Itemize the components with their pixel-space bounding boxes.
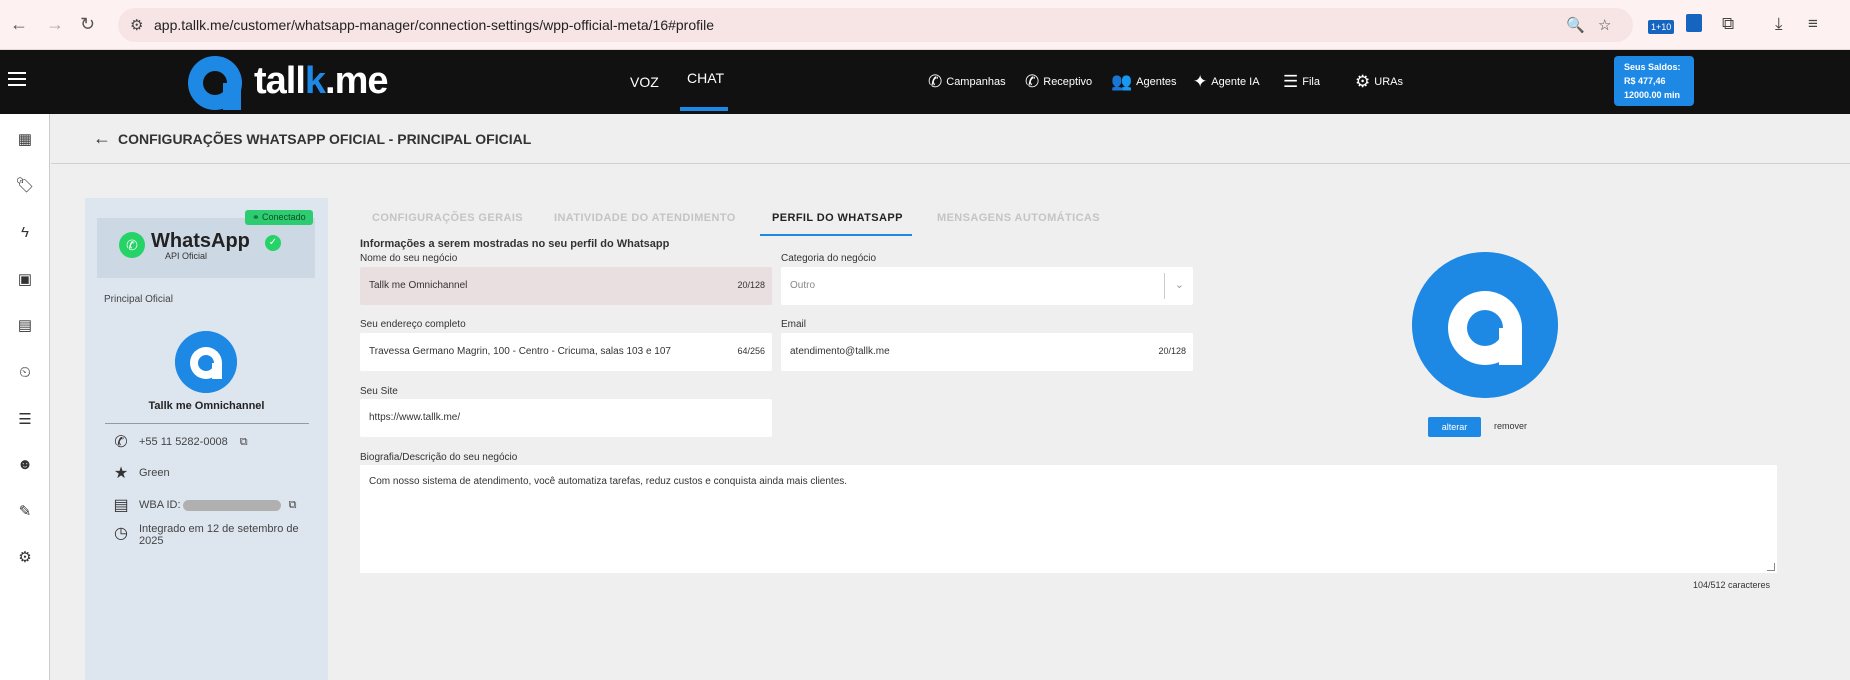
phone-incoming-icon: ✆ bbox=[1025, 72, 1040, 91]
email-label: Email bbox=[781, 319, 807, 330]
category-select[interactable]: Outro ⌄ bbox=[781, 267, 1193, 305]
sparkle-icon: ✦ bbox=[1193, 72, 1208, 91]
dashboard-icon[interactable]: ▦ bbox=[14, 130, 36, 148]
whatsapp-logo-icon: ✆ bbox=[119, 232, 145, 258]
extension-icon[interactable] bbox=[1686, 14, 1702, 32]
copy-icon[interactable]: ⧉ bbox=[289, 499, 297, 512]
whatsapp-outline-icon: ✆ bbox=[114, 434, 128, 451]
back-arrow-icon[interactable]: ← bbox=[93, 128, 111, 149]
gear-icon: ⚙ bbox=[1355, 72, 1371, 91]
bio-textarea[interactable]: Com nosso sistema de atendimento, você a… bbox=[360, 465, 1777, 573]
robot-icon[interactable]: ☻ bbox=[14, 456, 36, 473]
hamburger-menu-icon[interactable] bbox=[8, 72, 26, 86]
site-info-icon[interactable]: ⚙ bbox=[130, 16, 143, 34]
menu-campanhas[interactable]: ✆ Campanhas bbox=[928, 72, 1006, 92]
whatsapp-brand-name: WhatsApp bbox=[151, 230, 250, 252]
url-text: app.tallk.me/customer/whatsapp-manager/c… bbox=[154, 17, 715, 33]
category-label: Categoria do negócio bbox=[781, 253, 877, 264]
wba-id-redacted bbox=[182, 499, 281, 511]
address-label: Seu endereço completo bbox=[360, 319, 466, 330]
connection-card: ⚭ Conectado ✆ WhatsApp ✓ API Oficial Pri… bbox=[85, 198, 328, 680]
left-sidebar: ▦ 🏷 ϟ ▣ ▤ ⏲ ☰ ☻ ✎ ⚙ bbox=[0, 114, 50, 680]
bio-label: Biografia/Descrição do seu negócio bbox=[360, 452, 518, 463]
tab-mensagens-automaticas[interactable]: MENSAGENS AUTOMÁTICAS bbox=[937, 212, 1100, 224]
board-icon[interactable]: ▤ bbox=[14, 316, 36, 334]
whatsapp-brand-sub: API Oficial bbox=[165, 251, 208, 261]
menu-uras[interactable]: ⚙ URAs bbox=[1355, 72, 1403, 92]
business-name-label: Nome do seu negócio bbox=[360, 253, 458, 264]
history-icon[interactable]: ⏲ bbox=[14, 364, 36, 381]
clock-icon: ◷ bbox=[114, 525, 128, 542]
tab-inatividade[interactable]: INATIVIDADE DO ATENDIMENTO bbox=[554, 212, 736, 224]
forward-arrow-icon[interactable]: → bbox=[46, 14, 64, 35]
verified-check-icon: ✓ bbox=[265, 235, 281, 251]
bolt-icon[interactable]: ϟ bbox=[14, 224, 36, 241]
divider bbox=[105, 423, 309, 424]
resize-handle[interactable] bbox=[1767, 563, 1775, 571]
zoom-icon[interactable]: 🔍 bbox=[1566, 16, 1585, 34]
active-tab-underline bbox=[760, 234, 912, 236]
tab-voz[interactable]: VOZ bbox=[630, 74, 659, 90]
chevron-down-icon: ⌄ bbox=[1174, 279, 1184, 291]
list-icon[interactable]: ☰ bbox=[14, 410, 36, 428]
phone-row: ✆ +55 11 5282-0008 ⧉ bbox=[111, 432, 248, 452]
quality-row: ★ Green bbox=[111, 463, 170, 483]
status-badge: ⚭ Conectado bbox=[245, 210, 313, 225]
wba-row: ▤ WBA ID: ⧉ bbox=[111, 495, 296, 515]
tag-icon[interactable]: 🏷 bbox=[14, 176, 36, 194]
menu-fila[interactable]: ☰ Fila bbox=[1283, 72, 1320, 92]
email-input[interactable]: atendimento@tallk.me 20/128 bbox=[781, 333, 1193, 371]
tab-configuracoes-gerais[interactable]: CONFIGURAÇÕES GERAIS bbox=[372, 212, 523, 224]
business-avatar bbox=[175, 331, 237, 393]
connection-name: Principal Oficial bbox=[104, 294, 173, 305]
download-icon[interactable]: ⤓ bbox=[1775, 14, 1783, 34]
settings-gear-icon[interactable]: ⚙ bbox=[14, 548, 36, 566]
plug-icon[interactable]: ✎ bbox=[14, 502, 36, 520]
media-icon[interactable]: ≡ bbox=[1808, 14, 1818, 34]
tab-chat[interactable]: CHAT bbox=[687, 70, 724, 86]
change-avatar-button[interactable]: alterar bbox=[1428, 417, 1481, 437]
reload-icon[interactable]: ↻ bbox=[80, 14, 95, 35]
bookmark-star-icon[interactable]: ☆ bbox=[1598, 16, 1611, 34]
copy-icon[interactable]: ⧉ bbox=[240, 436, 248, 449]
tallk-logo-icon bbox=[188, 56, 242, 110]
back-arrow-icon[interactable]: ← bbox=[10, 14, 28, 35]
browser-toolbar: ← → ↻ ⚙ app.tallk.me/customer/whatsapp-m… bbox=[0, 0, 1850, 50]
bio-char-counter: 104/512 caracteres bbox=[1693, 580, 1771, 590]
tab-perfil-whatsapp[interactable]: PERFIL DO WHATSAPP bbox=[772, 212, 903, 224]
menu-agentes[interactable]: 👥 Agentes bbox=[1111, 72, 1177, 92]
balance-widget[interactable]: Seus Saldos: R$ 477,46 12000.00 min bbox=[1614, 56, 1694, 106]
star-icon: ★ bbox=[113, 465, 129, 482]
site-input[interactable]: https://www.tallk.me/ bbox=[360, 399, 772, 437]
remove-avatar-button[interactable]: remover bbox=[1494, 421, 1527, 431]
puzzle-icon[interactable]: ⧉ bbox=[1722, 14, 1734, 34]
queue-icon: ☰ bbox=[1283, 72, 1299, 91]
id-card-icon: ▤ bbox=[113, 497, 129, 514]
active-tab-indicator bbox=[680, 107, 728, 111]
business-name-input[interactable]: Tallk me Omnichannel 20/128 bbox=[360, 267, 772, 305]
page-title: CONFIGURAÇÕES WHATSAPP OFICIAL - PRINCIP… bbox=[118, 131, 532, 147]
contacts-icon[interactable]: ▣ bbox=[14, 270, 36, 288]
business-name: Tallk me Omnichannel bbox=[148, 400, 265, 412]
phone-icon: ✆ bbox=[928, 72, 943, 91]
top-navigation: tallk.me VOZ CHAT ✆ Campanhas ✆ Receptivo … bbox=[0, 50, 1850, 114]
integrated-row: ◷ Integrado em 12 de setembro de 2025 bbox=[111, 523, 299, 547]
address-input[interactable]: Travessa Germano Magrin, 100 - Centro - … bbox=[360, 333, 772, 371]
profile-avatar-large bbox=[1412, 252, 1558, 398]
page-header: ← CONFIGURAÇÕES WHATSAPP OFICIAL - PRINC… bbox=[51, 114, 1850, 164]
select-divider bbox=[1164, 273, 1165, 299]
menu-receptivo[interactable]: ✆ Receptivo bbox=[1025, 72, 1092, 92]
extension-badge[interactable]: 1+10 bbox=[1648, 20, 1675, 34]
form-heading: Informações a serem mostradas no seu per… bbox=[360, 238, 670, 250]
address-bar[interactable]: ⚙ app.tallk.me/customer/whatsapp-manager… bbox=[118, 8, 1633, 42]
site-label: Seu Site bbox=[360, 386, 398, 397]
brand-logo-text: tallk.me bbox=[254, 60, 389, 102]
menu-agente-ia[interactable]: ✦ Agente IA bbox=[1193, 72, 1260, 92]
users-icon: 👥 bbox=[1111, 72, 1133, 91]
